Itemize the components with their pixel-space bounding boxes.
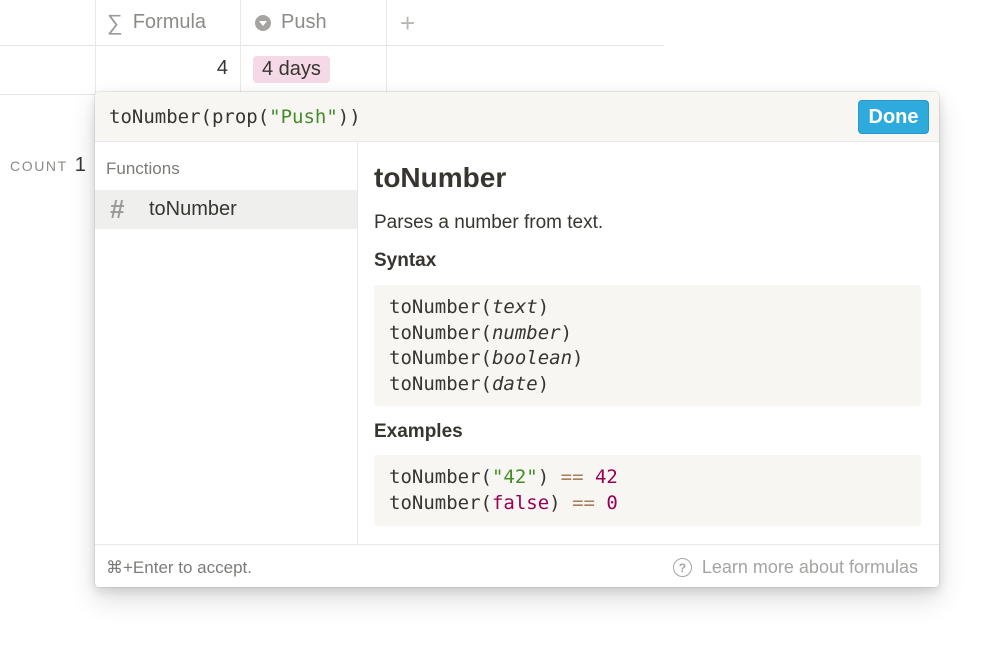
doc-title: toNumber [374,162,507,193]
plus-icon[interactable]: + [400,8,415,39]
formula-input-bar[interactable]: toNumber(prop("Push")) Done [95,92,939,142]
function-item-label: toNumber [149,198,237,220]
count-value: 1 [74,154,86,176]
select-icon [255,14,271,31]
function-list-pane: Functions # toNumber [95,142,358,544]
examples-heading: Examples [374,421,463,442]
example-line: toNumber(false) == 0 [389,491,618,514]
syntax-line: toNumber(boolean) [389,347,584,369]
column-divider [386,45,387,93]
doc-description: Parses a number from text. [374,212,604,233]
sigma-icon: ∑ [107,9,123,35]
column-header-formula[interactable]: ∑ Formula [95,0,241,45]
syntax-line: toNumber(number) [389,321,573,344]
functions-section-label: Functions [106,159,180,178]
question-icon: ? [672,558,692,577]
row-divider [0,45,664,46]
expression-part: )) [337,106,361,128]
function-doc-pane: toNumber Parses a number from text. Synt… [374,142,921,544]
syntax-line: toNumber(text) [389,296,550,318]
table-count[interactable]: COUNT 1 [10,154,86,177]
hash-icon: # [110,194,125,224]
formula-expression[interactable]: toNumber(prop("Push")) [109,106,361,128]
syntax-code-block: toNumber(text) toNumber(number) toNumber… [374,285,921,406]
push-cell-badge[interactable]: 4 days [253,56,330,83]
column-divider [240,45,241,93]
learn-more-link[interactable]: ? Learn more about formulas [672,557,918,578]
popup-footer: ⌘+Enter to accept. ? Learn more about fo… [95,544,939,587]
formula-cell-value[interactable]: 4 [200,57,228,80]
column-divider [95,45,96,93]
expression-part: toNumber(prop( [109,106,270,128]
formula-editor-popup: toNumber(prop("Push")) Done Functions # … [95,92,939,587]
column-header-label: Formula [132,11,207,33]
example-line: toNumber("42") == 42 [389,466,618,488]
column-divider [386,0,387,46]
accept-hint: ⌘+Enter to accept. [106,558,252,577]
syntax-line: toNumber(date) [389,372,550,395]
function-item-tonumber[interactable]: # toNumber [95,190,357,229]
done-button[interactable]: Done [858,100,929,134]
learn-more-label: Learn more about formulas [701,557,918,577]
syntax-heading: Syntax [374,250,437,271]
column-header-label: Push [281,11,327,33]
column-header-push[interactable]: Push [240,0,387,45]
count-label: COUNT [10,158,68,174]
expression-string: "Push" [269,106,338,128]
examples-code-block: toNumber("42") == 42 toNumber(false) == … [374,455,921,526]
